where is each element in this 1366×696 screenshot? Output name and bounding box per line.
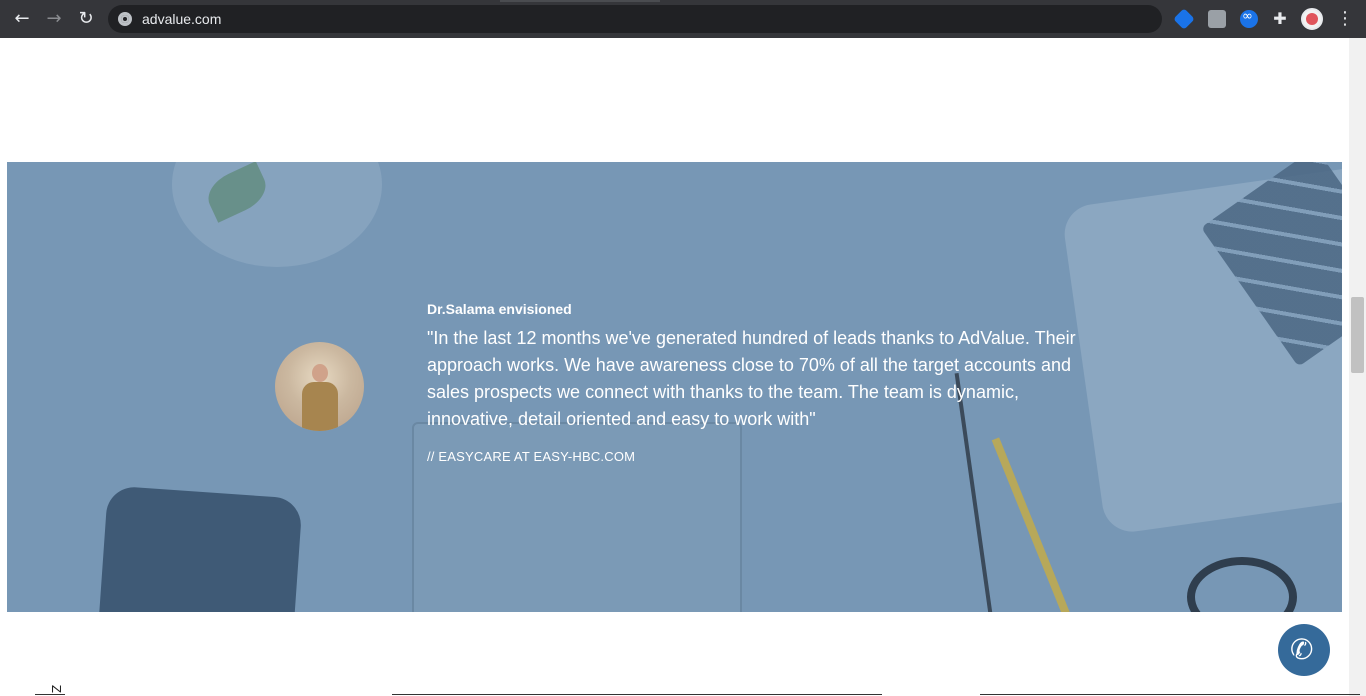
background-vase — [172, 162, 382, 267]
extensions-puzzle-icon[interactable]: ✚ — [1271, 10, 1289, 28]
testimonial-quote: "In the last 12 months we've generated h… — [427, 328, 1076, 429]
footer-divider — [35, 694, 65, 695]
testimonial-author: Dr.Salama envisioned — [427, 301, 572, 317]
avatar-person-head — [312, 364, 328, 382]
avatar-person-body — [302, 382, 338, 431]
footer-divider — [980, 694, 1360, 695]
testimonial-section: Dr.Salama envisioned "In the last 12 mon… — [7, 162, 1342, 612]
footer-divider — [392, 694, 882, 695]
site-info-icon[interactable] — [118, 12, 132, 26]
testimonial-avatar — [275, 342, 364, 431]
back-button[interactable]: ← — [10, 7, 34, 31]
phone-icon: ✆ — [1290, 633, 1314, 666]
background-glasses — [1187, 557, 1297, 612]
forward-button[interactable]: → — [42, 7, 66, 31]
footer-partial-text: Z — [49, 684, 64, 694]
tab-strip-accent — [500, 0, 660, 2]
address-bar[interactable]: advalue.com — [108, 5, 1162, 33]
testimonial-company: // EASYCARE AT EASY-HBC.COM — [427, 449, 636, 464]
extension-blue-icon[interactable] — [1173, 8, 1195, 30]
background-phone — [96, 485, 303, 612]
call-button[interactable]: ✆ — [1278, 624, 1330, 676]
url-text[interactable]: advalue.com — [142, 5, 221, 33]
background-pencil — [991, 437, 1071, 612]
scrollbar-thumb[interactable] — [1351, 297, 1364, 373]
page-content: Dr.Salama envisioned "In the last 12 mon… — [0, 38, 1349, 696]
profile-avatar[interactable] — [1301, 8, 1323, 30]
extension-infinity-icon[interactable] — [1240, 9, 1258, 28]
browser-menu-icon[interactable]: ⋮ — [1336, 7, 1354, 31]
browser-toolbar: ← → ↻ advalue.com ✚ ⋮ — [0, 0, 1366, 38]
extension-grey-icon[interactable] — [1208, 10, 1226, 28]
reload-button[interactable]: ↻ — [74, 7, 98, 31]
